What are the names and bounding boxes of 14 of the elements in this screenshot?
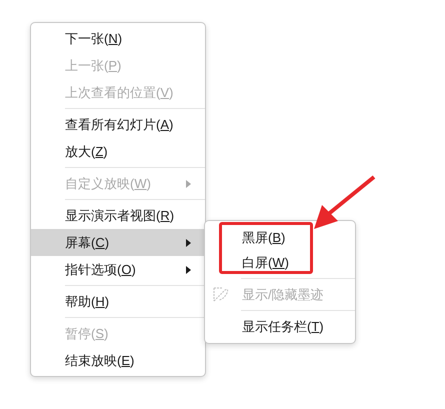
menu-item[interactable]: 显示演示者视图(R) [31, 202, 205, 229]
menu-item[interactable]: 屏幕(C) [31, 229, 205, 256]
submenu-arrow-icon [186, 238, 191, 246]
menu-item[interactable]: 显示任务栏(T) [205, 314, 355, 339]
submenu-arrow-icon [186, 266, 191, 274]
menu-item[interactable]: 下一张(N) [31, 25, 205, 52]
menu-item[interactable]: 帮助(H) [31, 288, 205, 318]
menu-item[interactable]: 白屏(W) [205, 250, 355, 279]
submenu-arrow-icon [186, 180, 191, 188]
menu-item[interactable]: 查看所有幻灯片(A) [31, 111, 205, 138]
pen-icon [213, 287, 230, 302]
menu-item[interactable]: 结束放映(E) [31, 347, 205, 374]
menu-item[interactable]: 放大(Z) [31, 138, 205, 168]
menu-item[interactable]: 指针选项(O) [31, 256, 205, 286]
